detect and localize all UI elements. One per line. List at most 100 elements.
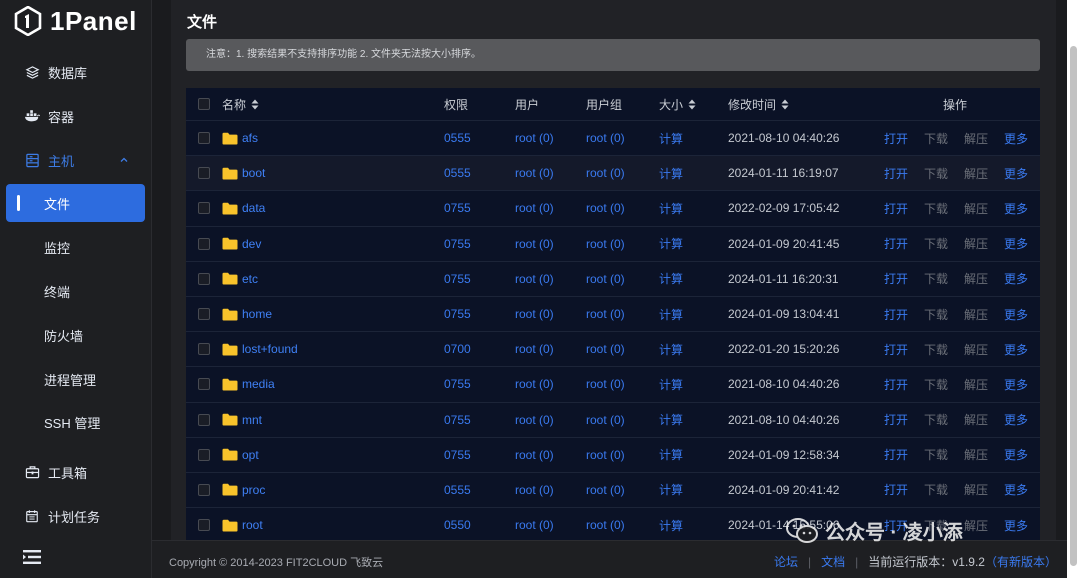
file-name-link[interactable]: dev: [242, 237, 261, 251]
group-link[interactable]: root (0): [586, 473, 625, 507]
open-button[interactable]: 打开: [884, 376, 908, 393]
permission-link[interactable]: 0755: [444, 297, 471, 331]
permission-link[interactable]: 0555: [444, 121, 471, 155]
more-button[interactable]: 更多: [1004, 411, 1028, 428]
file-name-cell[interactable]: etc: [222, 262, 258, 296]
extract-button[interactable]: 解压: [964, 481, 988, 498]
permission-link[interactable]: 0755: [444, 367, 471, 401]
calc-size-button[interactable]: 计算: [659, 508, 683, 542]
group-link[interactable]: root (0): [586, 367, 625, 401]
table-row[interactable]: opt 0755 root (0) root (0) 计算 2024-01-09 12:5…: [186, 438, 1040, 473]
column-header-time[interactable]: 修改时间: [728, 88, 789, 120]
file-name-link[interactable]: lost+found: [242, 342, 298, 356]
user-link[interactable]: root (0): [515, 473, 554, 507]
row-checkbox[interactable]: [198, 332, 210, 366]
open-button[interactable]: 打开: [884, 411, 908, 428]
download-button[interactable]: 下载: [924, 165, 948, 182]
table-row[interactable]: etc 0755 root (0) root (0) 计算 2024-01-11 16:2…: [186, 262, 1040, 297]
file-name-link[interactable]: media: [242, 377, 275, 391]
app-logo[interactable]: 1Panel: [14, 6, 137, 36]
sidebar-item-ssh[interactable]: SSH 管理: [6, 403, 145, 441]
user-link[interactable]: root (0): [515, 403, 554, 437]
file-name-link[interactable]: etc: [242, 272, 258, 286]
row-checkbox[interactable]: [198, 508, 210, 542]
table-row[interactable]: lost+found 0700 root (0) root (0) 计算 2022-01-…: [186, 332, 1040, 368]
extract-button[interactable]: 解压: [964, 517, 988, 534]
open-button[interactable]: 打开: [884, 341, 908, 358]
file-name-link[interactable]: data: [242, 201, 265, 215]
more-button[interactable]: 更多: [1004, 376, 1028, 393]
table-row[interactable]: home 0755 root (0) root (0) 计算 2024-01-09 13:…: [186, 297, 1040, 333]
file-name-cell[interactable]: lost+found: [222, 332, 298, 366]
row-checkbox[interactable]: [198, 156, 210, 190]
user-link[interactable]: root (0): [515, 508, 554, 542]
sidebar-item-database[interactable]: 数据库: [6, 53, 145, 91]
file-name-link[interactable]: mnt: [242, 413, 262, 427]
file-name-cell[interactable]: proc: [222, 473, 265, 507]
download-button[interactable]: 下载: [924, 376, 948, 393]
column-header-name[interactable]: 名称: [222, 88, 259, 120]
download-button[interactable]: 下载: [924, 341, 948, 358]
calc-size-button[interactable]: 计算: [659, 367, 683, 401]
open-button[interactable]: 打开: [884, 306, 908, 323]
download-button[interactable]: 下载: [924, 306, 948, 323]
more-button[interactable]: 更多: [1004, 235, 1028, 252]
sidebar-item-terminal[interactable]: 终端: [6, 272, 145, 310]
download-button[interactable]: 下载: [924, 200, 948, 217]
file-name-cell[interactable]: afs: [222, 121, 258, 155]
sidebar-item-files[interactable]: 文件: [6, 184, 145, 222]
user-link[interactable]: root (0): [515, 191, 554, 225]
group-link[interactable]: root (0): [586, 227, 625, 261]
file-name-cell[interactable]: root: [222, 508, 263, 542]
download-button[interactable]: 下载: [924, 411, 948, 428]
file-name-link[interactable]: home: [242, 307, 272, 321]
table-row[interactable]: media 0755 root (0) root (0) 计算 2021-08-10 04…: [186, 367, 1040, 403]
calc-size-button[interactable]: 计算: [659, 191, 683, 225]
file-name-cell[interactable]: dev: [222, 227, 261, 261]
permission-link[interactable]: 0700: [444, 332, 471, 366]
table-row[interactable]: data 0755 root (0) root (0) 计算 2022-02-09 17:…: [186, 191, 1040, 227]
file-name-link[interactable]: proc: [242, 483, 265, 497]
more-button[interactable]: 更多: [1004, 270, 1028, 287]
file-name-cell[interactable]: data: [222, 191, 265, 225]
more-button[interactable]: 更多: [1004, 517, 1028, 534]
permission-link[interactable]: 0755: [444, 262, 471, 296]
permission-link[interactable]: 0550: [444, 508, 471, 542]
group-link[interactable]: root (0): [586, 191, 625, 225]
new-version-link[interactable]: （有新版本）: [985, 553, 1057, 570]
open-button[interactable]: 打开: [884, 200, 908, 217]
calc-size-button[interactable]: 计算: [659, 227, 683, 261]
permission-link[interactable]: 0755: [444, 227, 471, 261]
calc-size-button[interactable]: 计算: [659, 262, 683, 296]
more-button[interactable]: 更多: [1004, 200, 1028, 217]
row-checkbox[interactable]: [198, 191, 210, 225]
open-button[interactable]: 打开: [884, 165, 908, 182]
forum-link[interactable]: 论坛: [774, 553, 798, 570]
open-button[interactable]: 打开: [884, 446, 908, 463]
more-button[interactable]: 更多: [1004, 446, 1028, 463]
more-button[interactable]: 更多: [1004, 341, 1028, 358]
user-link[interactable]: root (0): [515, 227, 554, 261]
extract-button[interactable]: 解压: [964, 200, 988, 217]
user-link[interactable]: root (0): [515, 438, 554, 472]
more-button[interactable]: 更多: [1004, 130, 1028, 147]
table-row[interactable]: dev 0755 root (0) root (0) 计算 2024-01-09 20:4…: [186, 227, 1040, 262]
file-name-cell[interactable]: opt: [222, 438, 259, 472]
row-checkbox[interactable]: [198, 473, 210, 507]
file-name-link[interactable]: boot: [242, 166, 265, 180]
row-checkbox[interactable]: [198, 227, 210, 261]
row-checkbox[interactable]: [198, 367, 210, 401]
permission-link[interactable]: 0755: [444, 191, 471, 225]
open-button[interactable]: 打开: [884, 130, 908, 147]
download-button[interactable]: 下载: [924, 446, 948, 463]
more-button[interactable]: 更多: [1004, 165, 1028, 182]
row-checkbox[interactable]: [198, 297, 210, 331]
sidebar-item-process[interactable]: 进程管理: [6, 360, 145, 398]
extract-button[interactable]: 解压: [964, 235, 988, 252]
row-checkbox[interactable]: [198, 403, 210, 437]
group-link[interactable]: root (0): [586, 508, 625, 542]
download-button[interactable]: 下载: [924, 235, 948, 252]
extract-button[interactable]: 解压: [964, 376, 988, 393]
file-name-cell[interactable]: boot: [222, 156, 265, 190]
extract-button[interactable]: 解压: [964, 341, 988, 358]
